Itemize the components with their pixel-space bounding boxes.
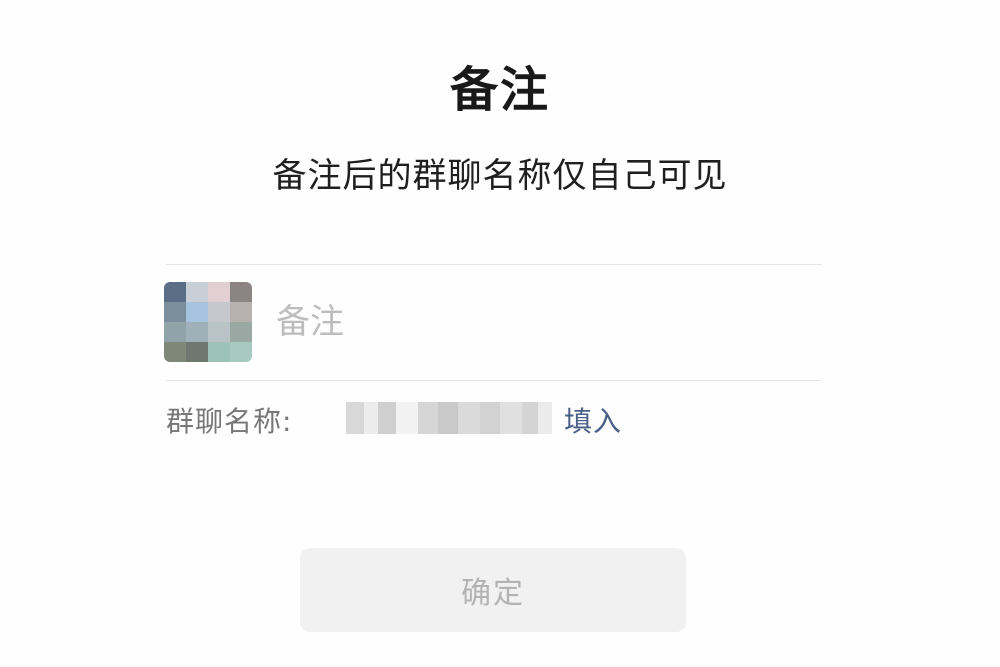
group-name-row: 群聊名称: 填入 (166, 398, 826, 438)
page-title: 备注 (449, 62, 550, 118)
remark-dialog: 备注 备注后的群聊名称仅自己可见 群聊名称: (0, 0, 1000, 667)
group-name-label: 群聊名称: (166, 405, 293, 438)
divider-top (166, 264, 822, 265)
remark-row (164, 282, 822, 362)
group-avatar (164, 282, 252, 362)
fill-in-link[interactable]: 填入 (564, 400, 622, 440)
group-name-value-redacted (346, 402, 552, 434)
divider-bottom (166, 380, 822, 381)
page-subtitle: 备注后的群聊名称仅自己可见 (272, 156, 728, 196)
remark-input[interactable] (276, 296, 796, 348)
confirm-button[interactable]: 确定 (300, 548, 686, 632)
